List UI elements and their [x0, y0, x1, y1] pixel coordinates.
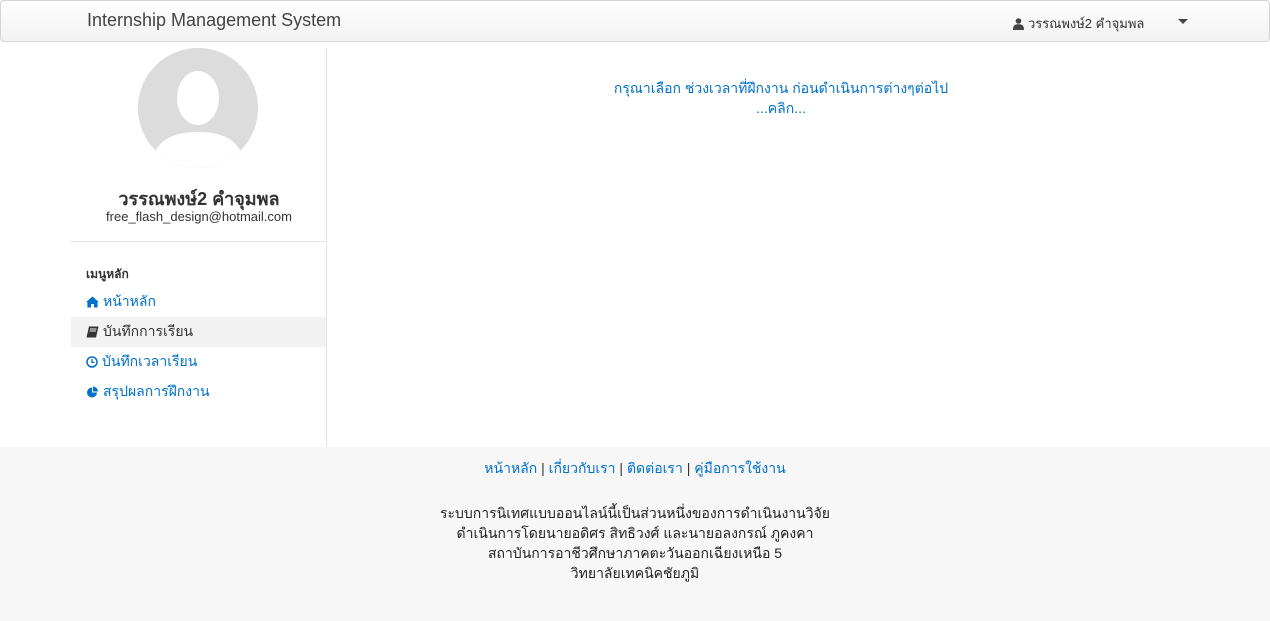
footer-separator: |	[686, 460, 691, 476]
default-avatar-icon	[138, 48, 258, 168]
book-icon	[86, 326, 99, 338]
menu-header: เมนูหลัก	[86, 267, 129, 281]
user-menu[interactable]: วรรณพงษ์2 คำจุมพล	[1013, 13, 1144, 34]
sidebar-item-study-log[interactable]: บันทึกการเรียน	[71, 317, 326, 347]
footer-credit-line: ดำเนินการโดยนายอดิศร สิทธิวงศ์ และนายอลง…	[456, 525, 814, 541]
sidebar-item-label: หน้าหลัก	[103, 293, 156, 309]
sidebar: วรรณพงษ์2 คำจุมพล free_flash_design@hotm…	[71, 48, 327, 447]
footer-credit-line: สถาบันการอาชีวศึกษาภาคตะวันออกเฉียงเหนือ…	[487, 545, 783, 561]
user-menu-name: วรรณพงษ์2 คำจุมพล	[1028, 16, 1145, 31]
period-selection-notice: กรุณาเลือก ช่วงเวลาที่ฝึกงาน ก่อนดำเนินก…	[328, 78, 1234, 118]
sidebar-item-label: บันทึกเวลาเรียน	[102, 353, 198, 369]
footer-separator: |	[541, 460, 545, 476]
profile-email: free_flash_design@hotmail.com	[106, 209, 292, 224]
footer-separator: |	[619, 460, 624, 476]
footer-links: หน้าหลัก | เกี่ยวกับเรา | ติดต่อเรา | คู…	[0, 458, 1270, 480]
select-period-link[interactable]: กรุณาเลือก ช่วงเวลาที่ฝึกงาน ก่อนดำเนินก…	[614, 80, 948, 96]
footer-credits: ระบบการนิเทศแบบออนไลน์นี้เป็นส่วนหนึ่งขอ…	[0, 503, 1270, 583]
sidebar-item-internship-summary[interactable]: สรุปผลการฝึกงาน	[71, 377, 326, 407]
pie-chart-icon	[87, 386, 98, 397]
user-icon	[1013, 17, 1024, 30]
sidebar-item-study-time[interactable]: บันทึกเวลาเรียน	[71, 347, 326, 377]
footer-link-manual[interactable]: คู่มือการใช้งาน	[694, 460, 785, 476]
footer-link-contact[interactable]: ติดต่อเรา	[627, 460, 683, 476]
sidebar-item-label: บันทึกการเรียน	[103, 323, 194, 339]
sidebar-divider	[71, 241, 326, 242]
avatar	[138, 48, 258, 168]
chevron-down-icon[interactable]	[1178, 19, 1188, 24]
footer-link-about[interactable]: เกี่ยวกับเรา	[549, 460, 616, 476]
sidebar-item-label: สรุปผลการฝึกงาน	[103, 383, 210, 399]
footer-credit-line: ระบบการนิเทศแบบออนไลน์นี้เป็นส่วนหนึ่งขอ…	[439, 505, 831, 521]
footer-link-home[interactable]: หน้าหลัก	[484, 460, 537, 476]
brand-link[interactable]: Internship Management System	[87, 10, 341, 31]
home-icon	[86, 296, 99, 308]
footer-credit-line: วิทยาลัยเทคนิคชัยภูมิ	[570, 565, 700, 581]
sidebar-item-home[interactable]: หน้าหลัก	[71, 287, 326, 317]
clock-icon	[86, 356, 98, 368]
top-navbar: Internship Management System วรรณพงษ์2 ค…	[0, 0, 1270, 42]
click-link[interactable]: ...คลิก...	[756, 100, 806, 116]
footer: หน้าหลัก | เกี่ยวกับเรา | ติดต่อเรา | คู…	[0, 447, 1270, 621]
